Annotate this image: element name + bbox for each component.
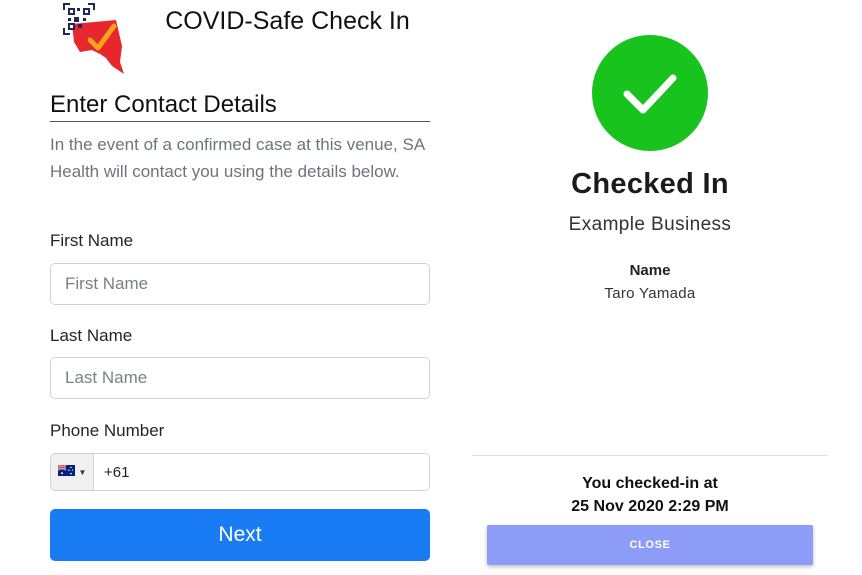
close-button[interactable]: CLOSE: [487, 525, 813, 565]
name-label: Name: [629, 262, 671, 279]
checked-in-datetime: 25 Nov 2020 2:29 PM: [571, 498, 729, 515]
name-value: Taro Yamada: [604, 285, 696, 302]
phone-number-field: ▼: [50, 453, 430, 491]
first-name-input[interactable]: [50, 263, 430, 305]
contact-form-panel: COVID-Safe Check In Enter Contact Detail…: [0, 0, 460, 575]
sa-health-qr-check-logo-icon: [62, 2, 130, 74]
chevron-down-icon: ▼: [78, 467, 87, 477]
check-circle-icon: [592, 35, 708, 151]
phone-number-label: Phone Number: [50, 421, 165, 440]
last-name-input[interactable]: [50, 357, 430, 399]
first-name-label: First Name: [50, 231, 134, 250]
business-name: Example Business: [568, 214, 732, 235]
last-name-label: Last Name: [50, 326, 133, 345]
contact-info-text: In the event of a confirmed case at this…: [50, 135, 425, 181]
section-title: Enter Contact Details: [50, 90, 430, 122]
check-in-confirmation-panel: Checked In Example Business Name Taro Ya…: [470, 0, 862, 575]
checked-in-at-label: You checked-in at: [582, 475, 718, 492]
next-button[interactable]: Next: [50, 509, 430, 561]
phone-number-input[interactable]: [94, 454, 429, 490]
app-title: COVID-Safe Check In: [165, 7, 410, 35]
australia-flag-icon: [57, 463, 75, 481]
country-code-select[interactable]: ▼: [51, 454, 94, 490]
divider: [472, 455, 828, 456]
checked-in-title: Checked In: [571, 168, 729, 200]
checked-in-timestamp: You checked-in at 25 Nov 2020 2:29 PM: [470, 472, 830, 518]
